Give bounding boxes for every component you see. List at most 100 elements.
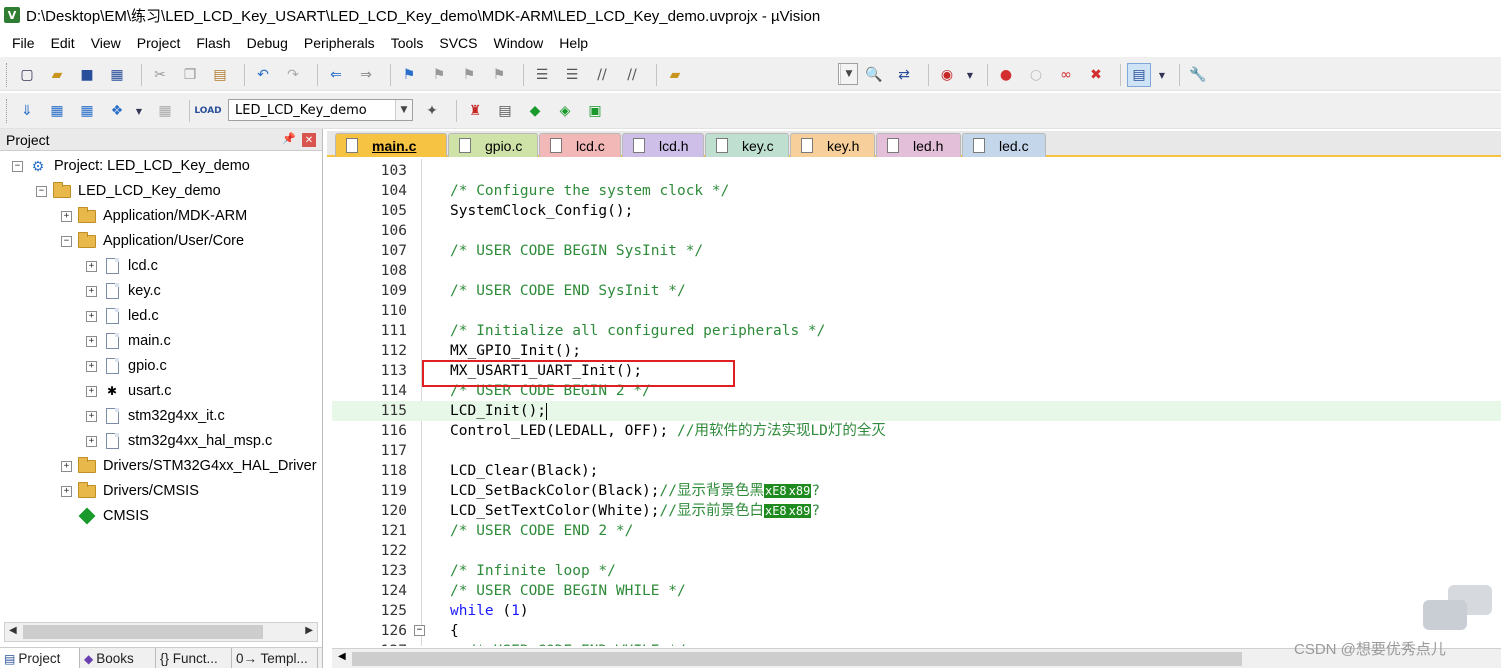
incremental-find-icon[interactable]: ⇄ <box>892 63 916 87</box>
disable-breakpoint-icon[interactable]: ○ <box>1024 63 1048 87</box>
code-line[interactable]: 122 <box>332 541 1501 561</box>
code-line[interactable]: 105 SystemClock_Config(); <box>332 201 1501 221</box>
rebuild-icon[interactable]: ▦ <box>75 99 99 123</box>
menu-project[interactable]: Project <box>129 35 189 51</box>
menu-edit[interactable]: Edit <box>43 35 83 51</box>
menu-svcs[interactable]: SVCS <box>431 35 485 51</box>
undo-icon[interactable]: ↶ <box>251 63 275 87</box>
code-line[interactable]: 112 MX_GPIO_Init(); <box>332 341 1501 361</box>
save-all-icon[interactable]: ▦ <box>105 63 129 87</box>
chevron-down-icon[interactable]: ▼ <box>395 100 412 120</box>
cut-icon[interactable]: ✂ <box>148 63 172 87</box>
toolbar-grip[interactable] <box>6 99 9 123</box>
menu-tools[interactable]: Tools <box>383 35 432 51</box>
scroll-left-icon[interactable]: ◀ <box>338 651 346 662</box>
close-icon[interactable]: ✕ <box>302 133 316 147</box>
expand-icon[interactable]: + <box>86 335 97 347</box>
tree-item-group[interactable]: + Application/MDK-ARM <box>61 205 247 227</box>
find-in-files-icon[interactable]: ▰ <box>663 63 687 87</box>
unindent-icon[interactable]: ☰ <box>560 63 584 87</box>
manage-project-items-icon[interactable]: ♜ <box>463 99 487 123</box>
configure-icon[interactable]: 🔧 <box>1186 63 1210 87</box>
pin-icon[interactable]: 📌 <box>282 132 296 145</box>
expand-icon[interactable]: + <box>86 285 97 297</box>
code-line[interactable]: 117 <box>332 441 1501 461</box>
tab-main-c[interactable]: main.c <box>335 133 447 157</box>
target-options-icon[interactable]: ✦ <box>420 99 444 123</box>
code-line[interactable]: 104 /* Configure the system clock */ <box>332 181 1501 201</box>
tree-item-component[interactable]: CMSIS <box>78 505 149 527</box>
tree-item-file[interactable]: + key.c <box>86 280 161 302</box>
breakpoint-icon[interactable]: ● <box>994 63 1018 87</box>
tab-functions[interactable]: {} Funct... <box>156 648 232 668</box>
save-icon[interactable]: ■ <box>75 63 99 87</box>
disable-all-breakpoints-icon[interactable]: ∞ <box>1054 63 1078 87</box>
code-line[interactable]: 109 /* USER CODE END SysInit */ <box>332 281 1501 301</box>
tree-item-target[interactable]: − LED_LCD_Key_demo <box>36 180 221 202</box>
code-line[interactable]: 108 <box>332 261 1501 281</box>
tab-lcd-h[interactable]: lcd.h <box>622 133 704 157</box>
stop-build-icon[interactable]: ▦ <box>153 99 177 123</box>
tab-templates[interactable]: 0→ Templ... <box>232 648 318 668</box>
kill-all-breakpoints-icon[interactable]: ✖ <box>1084 63 1108 87</box>
navigate-back-icon[interactable]: ⇐ <box>324 63 348 87</box>
tree-item-file[interactable]: + stm32g4xx_it.c <box>86 405 225 427</box>
tree-item-file[interactable]: + stm32g4xx_hal_msp.c <box>86 430 272 452</box>
tree-item-file[interactable]: + lcd.c <box>86 255 158 277</box>
code-line[interactable]: 123 /* Infinite loop */ <box>332 561 1501 581</box>
tab-project[interactable]: ▤ Project <box>0 648 80 668</box>
pack-installer-icon[interactable]: ◈ <box>553 99 577 123</box>
translate-icon[interactable]: ⇓ <box>15 99 39 123</box>
tree-item-group[interactable]: − Application/User/Core <box>61 230 244 252</box>
copy-icon[interactable]: ❐ <box>178 63 202 87</box>
scrollbar-thumb[interactable] <box>352 652 1242 666</box>
next-bookmark-icon[interactable]: ⚑ <box>457 63 481 87</box>
tree-item-group[interactable]: + Drivers/STM32G4xx_HAL_Driver <box>61 455 317 477</box>
tree-item-file[interactable]: + ✱ usart.c <box>86 380 172 402</box>
prev-bookmark-icon[interactable]: ⚑ <box>427 63 451 87</box>
tab-books[interactable]: ◆ Books <box>80 648 156 668</box>
menu-flash[interactable]: Flash <box>188 35 238 51</box>
code-line[interactable]: 110 <box>332 301 1501 321</box>
toolbar-grip[interactable] <box>6 63 9 87</box>
paste-icon[interactable]: ▤ <box>208 63 232 87</box>
clear-bookmarks-icon[interactable]: ⚑ <box>487 63 511 87</box>
expand-icon[interactable]: + <box>86 410 97 422</box>
scroll-left-icon[interactable]: ◀ <box>9 625 17 636</box>
redo-icon[interactable]: ↷ <box>281 63 305 87</box>
tree-item-file[interactable]: + main.c <box>86 330 171 352</box>
collapse-icon[interactable]: − <box>61 235 72 247</box>
code-line[interactable]: 125 while (1) <box>332 601 1501 621</box>
tree-item-project[interactable]: − ⚙ Project: LED_LCD_Key_demo <box>12 155 250 177</box>
chevron-down-icon[interactable]: ▼ <box>840 64 857 84</box>
tab-lcd-c[interactable]: lcd.c <box>539 133 621 157</box>
code-line[interactable]: 115 LCD_Init(); <box>332 401 1501 421</box>
menu-file[interactable]: File <box>4 35 43 51</box>
tab-key-c[interactable]: key.c <box>705 133 789 157</box>
code-line[interactable]: 121 /* USER CODE END 2 */ <box>332 521 1501 541</box>
select-packs-icon[interactable]: ▤ <box>493 99 517 123</box>
manage-rte-icon[interactable]: ◆ <box>523 99 547 123</box>
download-icon[interactable]: LOAD <box>194 99 221 123</box>
indent-icon[interactable]: ☰ <box>530 63 554 87</box>
navigate-forward-icon[interactable]: ⇒ <box>354 63 378 87</box>
software-packs-icon[interactable]: ▣ <box>583 99 607 123</box>
project-horizontal-scrollbar[interactable]: ◀ ▶ <box>4 622 318 642</box>
expand-icon[interactable]: + <box>61 485 72 497</box>
expand-icon[interactable]: + <box>86 360 97 372</box>
code-line[interactable]: 106 <box>332 221 1501 241</box>
chevron-down-icon[interactable]: ▼ <box>965 63 975 87</box>
fold-icon[interactable]: − <box>414 625 425 636</box>
bookmark-icon[interactable]: ⚑ <box>397 63 421 87</box>
scroll-right-icon[interactable]: ▶ <box>305 625 313 636</box>
code-line[interactable]: 111 /* Initialize all configured peripher… <box>332 321 1501 341</box>
collapse-icon[interactable]: − <box>36 185 47 197</box>
code-line[interactable]: 118 LCD_Clear(Black); <box>332 461 1501 481</box>
menu-peripherals[interactable]: Peripherals <box>296 35 383 51</box>
expand-icon[interactable]: + <box>61 210 72 222</box>
comment-icon[interactable]: // <box>590 63 614 87</box>
menu-debug[interactable]: Debug <box>239 35 296 51</box>
code-line[interactable]: 124 /* USER CODE BEGIN WHILE */ <box>332 581 1501 601</box>
code-line[interactable]: 107 /* USER CODE BEGIN SysInit */ <box>332 241 1501 261</box>
find-combo[interactable]: ▼ <box>838 63 858 85</box>
